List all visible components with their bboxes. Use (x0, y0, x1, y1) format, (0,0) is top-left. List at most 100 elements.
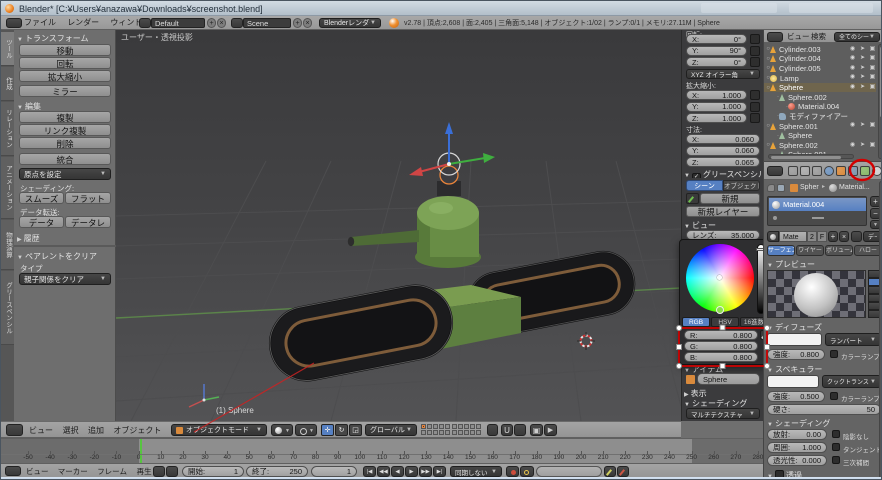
viewport-3d[interactable]: ユーザー・透視投影 (1) Sphere (116, 30, 681, 421)
properties-tab-object-data[interactable] (860, 166, 870, 176)
tool-shelf-tab-0[interactable]: ツール (1, 32, 14, 66)
outliner-row[interactable]: ·Sphere.002 (764, 93, 876, 103)
mirror-button[interactable]: ミラー (19, 85, 111, 97)
material-unlink-button[interactable]: × (839, 231, 849, 242)
topbar-menu-1[interactable]: レンダー (67, 16, 99, 30)
outliner-row[interactable]: ·Sphere (764, 131, 876, 141)
euler-dropdown[interactable]: XYZ オイラー角▼ (686, 69, 760, 79)
diffuse-color-swatch[interactable] (767, 333, 822, 346)
layer-toggle[interactable] (439, 424, 444, 429)
render-engine-dropdown[interactable]: Blenderレンダー▼ (319, 18, 381, 28)
specular-shader-dropdown[interactable]: クックトランス▼ (822, 375, 881, 388)
tool-shelf-tab-5[interactable]: グリースペンシル (1, 271, 14, 345)
tool-shelf-tab-4[interactable]: 物理演算 (1, 220, 14, 270)
dim-x-field[interactable]: X:0.060 (686, 134, 760, 144)
playback-next-key-button[interactable]: ▶▶ (419, 466, 432, 477)
outliner-hscrollbar[interactable] (768, 154, 854, 159)
picker-g-field[interactable]: G:0.800 (684, 341, 758, 351)
rotation-z-field[interactable]: Z:0° (686, 57, 747, 67)
tool-shelf-tab-3[interactable]: アニメーション (1, 157, 14, 219)
picker-r-field[interactable]: R:0.800 (684, 330, 758, 340)
grease-pencil-panel-header[interactable]: ▼✓グリースペンシルレイ (684, 169, 762, 178)
manipulator-scale-button[interactable]: ◲ (349, 424, 362, 436)
view-panel-header[interactable]: ▼ビュー (684, 220, 762, 229)
render-toggle-icon[interactable]: ▣ (868, 45, 877, 55)
render-toggle-icon[interactable]: ▣ (868, 141, 877, 151)
specular-color-swatch[interactable] (767, 375, 819, 388)
specular-panel-header[interactable]: ▼スペキュラー (767, 364, 879, 373)
timeline-icon-a[interactable] (153, 466, 165, 477)
layer-toggle[interactable] (439, 430, 444, 435)
material-slot-row[interactable]: Material.004 (769, 198, 866, 211)
timeline-menu-0[interactable]: ビュー (26, 464, 49, 477)
properties-editor-type-button[interactable] (767, 166, 783, 176)
tangent-checkbox[interactable] (832, 443, 840, 451)
record-button[interactable] (506, 466, 519, 477)
object-name-field[interactable]: Sphere (697, 373, 760, 385)
selectability-toggle-icon[interactable]: ➤ (858, 73, 867, 83)
rotation-x-field[interactable]: X:0° (686, 34, 747, 44)
outliner-filter-dropdown[interactable]: 全てのシーン▼ (834, 32, 880, 42)
mode-dropdown[interactable]: オブジェクトモード▼ (171, 424, 267, 436)
viewport-shading-dropdown[interactable]: ▼ (271, 424, 293, 436)
snap-element-button[interactable] (514, 424, 526, 436)
outliner-menu-search[interactable]: 検索 (811, 30, 826, 43)
render-opengl-anim-button[interactable]: ▶ (544, 424, 557, 436)
current-frame-field[interactable]: 1 (311, 466, 357, 477)
multitexture-dropdown[interactable]: マルチテクスチャ▼ (686, 408, 760, 419)
scene-icon[interactable] (231, 18, 243, 28)
breadcrumb-object-label[interactable]: Spher (800, 182, 819, 193)
viewport-menu-3[interactable]: オブジェクト (113, 423, 161, 438)
timeline-editor-type-button[interactable] (5, 466, 21, 476)
layer-toggle[interactable] (433, 430, 438, 435)
playback-play-reverse-button[interactable]: ◀ (391, 466, 404, 477)
specular-intensity-slider[interactable]: 強度:0.500 (767, 391, 825, 402)
item-panel-header[interactable]: ▼アイテム (684, 364, 762, 373)
keying-set-field[interactable] (536, 466, 602, 477)
nodes-button[interactable] (851, 231, 862, 242)
layer-toggle[interactable] (433, 424, 438, 429)
manipulator-translate-button[interactable]: ✛ (321, 424, 334, 436)
outliner-menu-view[interactable]: ビュー (787, 30, 810, 43)
layer-toggle[interactable] (427, 424, 432, 429)
render-toggle-icon[interactable]: ▣ (868, 54, 877, 64)
orientation-dropdown[interactable]: グローバル▼ (365, 424, 417, 436)
delete-keyframe-button[interactable] (617, 466, 629, 477)
color-wheel-cursor[interactable] (717, 275, 722, 280)
viewport-editor-type-button[interactable] (6, 424, 23, 436)
duplicate-linked-button[interactable]: リンク複製 (19, 124, 111, 136)
tool-shelf-tab-2[interactable]: リレーション (1, 102, 14, 156)
toolshelf-panel-edit[interactable]: ▼編集 (17, 101, 113, 110)
selectability-toggle-icon[interactable]: ➤ (858, 54, 867, 64)
layer-toggle[interactable] (445, 424, 450, 429)
preview-panel-header[interactable]: ▼プレビュー (767, 259, 879, 268)
duplicate-button[interactable]: 複製 (19, 111, 111, 123)
render-toggle-icon[interactable]: ▣ (868, 83, 877, 93)
move-button[interactable]: 移動 (19, 44, 111, 56)
rotate-button[interactable]: 回転 (19, 57, 111, 69)
breadcrumb-pin-icon[interactable] (767, 184, 775, 192)
topbar-menu-0[interactable]: ファイル (24, 16, 56, 30)
hardness-slider[interactable]: 硬さ:50 (767, 404, 881, 415)
material-users-button[interactable]: 2 (807, 231, 817, 242)
render-opengl-button[interactable]: ▣ (530, 424, 543, 436)
scale-x-field[interactable]: X:1.000 (686, 90, 747, 100)
rotation-y-field[interactable]: Y:90° (686, 46, 747, 56)
selectability-toggle-icon[interactable]: ➤ (858, 83, 867, 93)
dim-y-field[interactable]: Y:0.060 (686, 146, 760, 156)
clear-parent-dropdown[interactable]: 親子関係をクリア▼ (19, 273, 111, 285)
gp-draw-icon[interactable] (686, 193, 699, 204)
outliner-vscrollbar[interactable] (878, 44, 882, 159)
lock-icon[interactable] (750, 90, 760, 100)
picker-b-field[interactable]: B:0.800 (684, 352, 758, 362)
scale-y-field[interactable]: Y:1.000 (686, 102, 747, 112)
lock-icon[interactable] (750, 57, 760, 67)
gp-scene-toggle[interactable]: シーン (686, 180, 723, 191)
diffuse-panel-header[interactable]: ▼ディフューズ (767, 322, 879, 331)
properties-tab-object[interactable] (836, 166, 846, 176)
properties-tab-material[interactable] (872, 166, 882, 176)
lock-icon[interactable] (750, 46, 760, 56)
viewport-menu-2[interactable]: 追加 (88, 423, 104, 438)
material-browse-icon[interactable] (767, 231, 779, 242)
layer-toggle[interactable] (421, 430, 426, 435)
